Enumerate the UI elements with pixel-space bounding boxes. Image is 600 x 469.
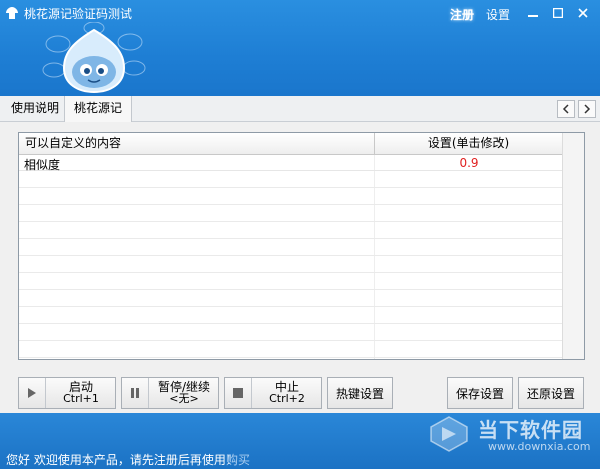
table-row xyxy=(19,172,562,188)
mascot-illustration xyxy=(42,22,146,94)
chevron-left-icon xyxy=(562,104,569,114)
status-bar: 当下软件园 www.downxia.com 您好 欢迎使用本产品，请先注册后再使… xyxy=(0,413,600,469)
app-logo-icon xyxy=(6,7,18,19)
table-row xyxy=(19,189,562,205)
settings-link[interactable]: 设置 xyxy=(486,6,510,23)
tab-taohuayuan[interactable]: 桃花源记 xyxy=(64,96,133,123)
restore-settings-button[interactable]: 还原设置 xyxy=(518,377,584,409)
table-row xyxy=(19,206,562,222)
minimize-button[interactable] xyxy=(522,4,544,22)
table-row xyxy=(19,274,562,290)
stop-shortcut: Ctrl+2 xyxy=(269,392,305,405)
start-button-text: 启动 Ctrl+1 xyxy=(47,378,115,408)
maximize-button[interactable] xyxy=(547,4,569,22)
table-row xyxy=(19,223,562,239)
status-message: 您好 欢迎使用本产品，请先注册后再使用！ xyxy=(6,453,238,467)
pause-button-text: 暂停/继续 <无> xyxy=(150,378,218,408)
start-button[interactable]: 启动 Ctrl+1 xyxy=(18,377,116,409)
stop-icon xyxy=(233,388,243,398)
table-row xyxy=(19,325,562,341)
table-row xyxy=(19,308,562,324)
buy-link[interactable]: 购买 xyxy=(226,451,250,468)
content-panel: 可以自定义的内容 设置(单击修改) 相似度 0.9 启动 Ctrl+1 暂停/继… xyxy=(0,122,600,413)
tab-prev-button[interactable] xyxy=(557,100,575,118)
minimize-icon xyxy=(528,15,538,17)
table-header: 可以自定义的内容 设置(单击修改) xyxy=(19,133,584,155)
stop-icon-box xyxy=(225,378,252,408)
vertical-scrollbar[interactable] xyxy=(562,133,584,359)
column-header-setting[interactable]: 设置(单击修改) xyxy=(375,133,562,155)
watermark-text: 当下软件园 xyxy=(478,418,583,442)
close-icon xyxy=(578,8,588,18)
column-header-content[interactable]: 可以自定义的内容 xyxy=(25,133,121,155)
window-title: 桃花源记验证码测试 xyxy=(24,7,133,21)
row-value[interactable]: 0.9 xyxy=(376,156,562,170)
tab-instructions[interactable]: 使用说明 xyxy=(2,96,68,122)
save-settings-button[interactable]: 保存设置 xyxy=(447,377,513,409)
table-row xyxy=(19,257,562,273)
table-row xyxy=(19,342,562,358)
pause-resume-button[interactable]: 暂停/继续 <无> xyxy=(121,377,219,409)
row-name: 相似度 xyxy=(24,158,61,172)
hotkey-settings-button[interactable]: 热键设置 xyxy=(327,377,393,409)
chevron-right-icon xyxy=(584,104,591,114)
table-row xyxy=(19,240,562,256)
table-row xyxy=(19,291,562,307)
pause-icon xyxy=(131,388,139,398)
play-icon-box xyxy=(19,378,46,408)
maximize-icon xyxy=(553,8,563,18)
settings-table: 可以自定义的内容 设置(单击修改) 相似度 0.9 xyxy=(18,132,585,360)
watermark-logo-icon xyxy=(430,416,468,452)
watermark-url: www.downxia.com xyxy=(488,440,591,453)
start-shortcut: Ctrl+1 xyxy=(63,392,99,405)
stop-button[interactable]: 中止 Ctrl+2 xyxy=(224,377,322,409)
close-button[interactable] xyxy=(572,4,594,22)
tab-bar: 使用说明 桃花源记 xyxy=(0,96,600,123)
register-link[interactable]: 注册 xyxy=(450,6,474,23)
tab-next-button[interactable] xyxy=(578,100,596,118)
table-row[interactable]: 相似度 0.9 xyxy=(19,155,562,172)
pause-shortcut: <无> xyxy=(169,392,199,405)
pause-icon-box xyxy=(122,378,149,408)
play-icon xyxy=(28,388,36,398)
title-bar: 桃花源记验证码测试 注册 设置 xyxy=(0,0,600,96)
stop-button-text: 中止 Ctrl+2 xyxy=(253,378,321,408)
